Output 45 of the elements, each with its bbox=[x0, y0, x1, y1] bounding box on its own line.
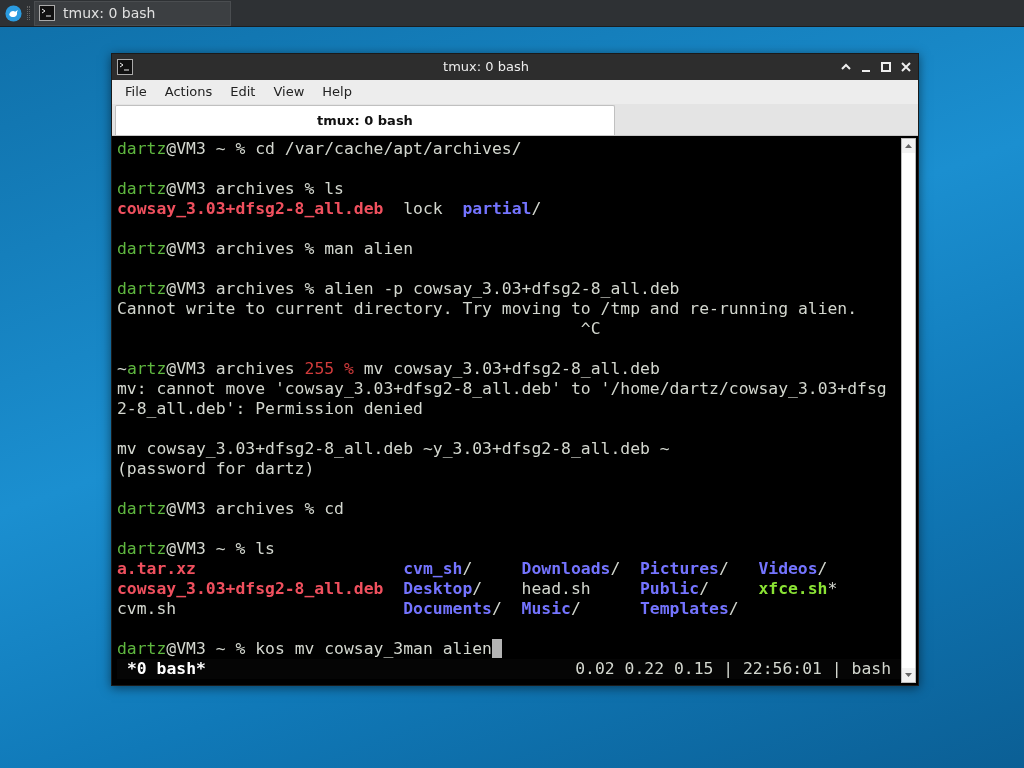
scrollbar[interactable] bbox=[901, 138, 916, 683]
tab[interactable]: tmux: 0 bash bbox=[115, 105, 615, 135]
app-menu-icon[interactable] bbox=[5, 4, 22, 22]
window-indicator: *0 bash* bbox=[127, 659, 206, 679]
terminal-line: Cannot write to current directory. Try moving to /tmp and re-running alien. bbox=[117, 299, 858, 319]
menu-item[interactable]: View bbox=[264, 82, 314, 102]
file-name: cvm_sh/ bbox=[403, 559, 473, 578]
menu-item[interactable]: Help bbox=[313, 82, 361, 102]
terminal-line: 2-8_all.deb': Permission denied bbox=[117, 399, 423, 419]
menu-item[interactable]: File bbox=[116, 82, 156, 102]
terminal-line: ^C bbox=[580, 319, 601, 338]
status-info: 0.02 0.22 0.15 | 22:56:01 | bash bbox=[575, 659, 891, 679]
file-name: cvm.sh bbox=[117, 599, 177, 618]
file-name: head.sh bbox=[521, 579, 591, 598]
terminal-icon bbox=[39, 5, 55, 21]
terminal-line: ~artz@VM3 archives 255 % mv cowsay_3.03+dfsg2-8_all.deb bbox=[117, 359, 660, 379]
file-name: Templates/ bbox=[640, 599, 739, 618]
terminal-line: dartz@VM3 archives % man alien bbox=[117, 239, 414, 259]
window-title: tmux: 0 bash bbox=[442, 58, 530, 77]
file-name: xfce.sh* bbox=[758, 579, 838, 598]
close-icon[interactable] bbox=[899, 60, 913, 74]
terminal-line: dartz@VM3 ~ % kos mv cowsay_3man alien bbox=[117, 639, 492, 659]
terminal-line: mv: cannot move 'cowsay_3.03+dfsg2-8_all.deb' to '/home/dartz/cowsay_3.03+dfsg bbox=[117, 379, 887, 399]
maximize-icon[interactable] bbox=[879, 60, 893, 74]
terminal-line: cowsay_3.03+dfsg2-8_all.deb lock partial/ bbox=[117, 199, 542, 219]
taskbar-button[interactable]: tmux: 0 bash bbox=[34, 0, 231, 26]
terminal-line: dartz@VM3 ~ % cd /var/cache/apt/archives/ bbox=[117, 139, 522, 159]
terminal-icon bbox=[117, 59, 133, 75]
file-name: Music/ bbox=[521, 599, 581, 618]
terminal-line: mv cowsay_3.03+dfsg2-8_all.deb ~y_3.03+dfsg2-8_all.deb ~ bbox=[117, 439, 670, 459]
terminal-line: dartz@VM3 archives % alien -p cowsay_3.03+dfsg2-8_all.deb bbox=[117, 279, 680, 299]
file-name: Documents/ bbox=[403, 599, 502, 618]
file-name: cowsay_3.03+dfsg2-8_all.deb bbox=[117, 579, 384, 598]
terminal-line: dartz@VM3 ~ % ls bbox=[117, 539, 275, 559]
file-name: Downloads/ bbox=[521, 559, 621, 578]
file-name: Desktop/ bbox=[403, 579, 483, 598]
menu-item[interactable]: Edit bbox=[221, 82, 265, 102]
file-name: Pictures/ bbox=[640, 559, 729, 578]
menu-item[interactable]: Actions bbox=[155, 82, 222, 102]
terminal-line: dartz@VM3 archives % cd bbox=[117, 499, 344, 519]
file-name: Videos/ bbox=[758, 559, 828, 578]
file-name: a.tar.xz bbox=[117, 559, 196, 578]
terminal-line: (password for dartz) bbox=[117, 459, 315, 479]
file-name: Public/ bbox=[640, 579, 710, 598]
terminal-line: dartz@VM3 archives % ls bbox=[117, 179, 344, 199]
